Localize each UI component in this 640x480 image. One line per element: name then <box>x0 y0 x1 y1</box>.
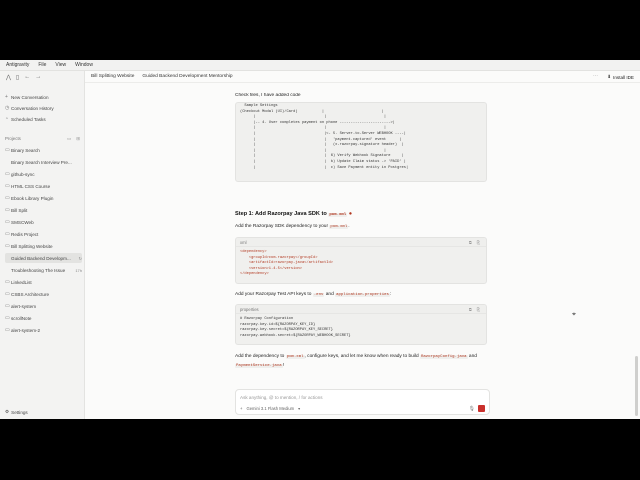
chat-scrollbar[interactable] <box>635 356 638 416</box>
item-timestamp: 17h <box>75 267 82 273</box>
conversation-item[interactable]: Binary Search Interview Pre... <box>5 157 82 167</box>
xml-code-header: xml ⧉ ⎘ <box>236 238 486 247</box>
app-window: Antigravity File View Window ⋀ ▯ ← → + N… <box>0 60 640 419</box>
project-item[interactable]: ▭ Redis Project <box>5 229 82 239</box>
item-label: LinkedList <box>11 279 32 285</box>
conversation-item[interactable]: Troubleshooting The Issue 17h <box>5 265 82 275</box>
step1-description: Add the Razorpay SDK dependency to your … <box>235 224 350 229</box>
mic-icon[interactable]: 🎙 <box>469 406 475 412</box>
final-instruction-line1: Add the dependency to pom.xml, configure… <box>235 354 477 359</box>
main-panel: Bill Splitting Website Guided Backend De… <box>85 71 640 419</box>
stop-button[interactable] <box>478 405 485 412</box>
conversation-item[interactable]: Guided Backend Developm... ↻ <box>5 253 82 263</box>
item-label: Ebook Library Plugin <box>11 195 54 201</box>
item-label: Redis Project <box>11 231 39 237</box>
projects-header: Projects ▭ ⊞ <box>5 135 82 142</box>
item-label: HTML CSS Course <box>11 183 51 189</box>
project-item[interactable]: ▭ LinkedList <box>5 277 82 287</box>
chat-transcript: Check files, I have added code Sample Se… <box>235 93 487 393</box>
item-label: Bill Split <box>11 207 28 213</box>
project-item[interactable]: ▭ alert-system-2 <box>5 325 82 335</box>
panel-toggle-icon[interactable]: ▯ <box>16 74 19 81</box>
final-instruction-line2: PaymentService.java! <box>235 363 284 368</box>
chat-input-box[interactable]: Ask anything, @ to mention, / for action… <box>235 389 490 415</box>
forward-icon[interactable]: → <box>35 74 41 80</box>
project-item[interactable]: ▭ SMSCWeb <box>5 217 82 227</box>
download-icon: ⬇ <box>607 74 612 79</box>
menu-view[interactable]: View <box>55 62 66 68</box>
item-label: Binary Search <box>11 147 40 153</box>
plus-icon[interactable]: + <box>240 406 242 411</box>
install-ide-button[interactable]: ⬇ Install IDE <box>607 74 634 80</box>
loading-icon: ↻ <box>78 255 82 261</box>
properties-code-block: properties ⧉ ⎘ # Razorpay Configuration … <box>235 304 487 345</box>
logo-icon: ⋀ <box>6 74 11 81</box>
item-label: scrollNote <box>11 315 32 321</box>
gear-icon: ⚙ <box>5 409 10 414</box>
project-item[interactable]: ▭ Ebook Library Plugin <box>5 193 82 203</box>
more-icon[interactable]: ⋯ <box>593 73 598 79</box>
project-item[interactable]: ▭ CSBS Architecture <box>5 289 82 299</box>
scheduled-tasks-button[interactable]: ◔ Scheduled Tasks <box>5 114 82 124</box>
project-item[interactable]: ▭ github-sync <box>5 169 82 179</box>
back-icon[interactable]: ← <box>24 74 30 80</box>
user-message: Check files, I have added code <box>235 93 301 98</box>
diagram-code: Sample Settings (Checkout Modal (UI)/Car… <box>240 104 409 170</box>
step1-heading: Step 1: Add Razorpay Java SDK to pom.xml… <box>235 211 353 217</box>
conversation-history-button[interactable]: ◷ Conversation History <box>5 103 82 113</box>
item-label: Bill Splitting Website <box>11 243 53 249</box>
properties-code-header: properties ⧉ ⎘ <box>236 305 486 314</box>
item-label: alert-system-2 <box>11 327 41 333</box>
item-label: alert-system <box>11 303 37 309</box>
diagram-code-block: Sample Settings (Checkout Modal (UI)/Car… <box>235 102 487 182</box>
breadcrumb-project[interactable]: Bill Splitting Website <box>91 74 134 79</box>
item-label: CSBS Architecture <box>11 291 50 297</box>
settings-button[interactable]: ⚙ Settings <box>5 409 28 415</box>
project-item[interactable]: ▭ HTML CSS Course <box>5 181 82 191</box>
xml-code: <dependency> <groupId>com.razorpay</grou… <box>240 250 333 277</box>
project-item[interactable]: ▭ Bill Split <box>5 205 82 215</box>
screen: Antigravity File View Window ⋀ ▯ ← → + N… <box>0 0 640 480</box>
item-label: Troubleshooting The Issue <box>11 267 66 273</box>
new-conversation-button[interactable]: + New Conversation <box>5 92 82 102</box>
menu-window[interactable]: Window <box>75 62 93 68</box>
item-label: SMSCWeb <box>11 219 34 225</box>
mouse-cursor-icon: ⌖ <box>572 311 576 318</box>
project-item[interactable]: ▭ alert-system <box>5 301 82 311</box>
properties-code: # Razorpay Configuration razorpay.key.id… <box>240 317 351 338</box>
menu-app[interactable]: Antigravity <box>6 62 29 68</box>
menu-file[interactable]: File <box>38 62 46 68</box>
chevron-down-icon: ▾ <box>298 406 301 411</box>
top-bar: Bill Splitting Website Guided Backend De… <box>85 71 640 83</box>
item-label: github-sync <box>11 171 35 177</box>
copy-icon[interactable]: ⧉ ⎘ <box>469 240 482 245</box>
keys-description: Add your Razorpay Test API keys to .env … <box>235 292 392 297</box>
project-item[interactable]: ▭ Binary Search <box>5 145 82 155</box>
xml-code-block: xml ⧉ ⎘ <dependency> <groupId>com.razorp… <box>235 237 487 284</box>
chat-input[interactable]: Ask anything, @ to mention, / for action… <box>240 395 323 400</box>
projects-tools-icons[interactable]: ▭ ⊞ <box>67 136 82 142</box>
project-item[interactable]: ▭ Bill Splitting Website <box>5 241 82 251</box>
item-label: Binary Search Interview Pre... <box>11 159 72 165</box>
menubar: Antigravity File View Window <box>0 60 640 71</box>
item-label: Guided Backend Developm... <box>11 255 71 261</box>
model-selector[interactable]: + Gemini 3.1 Flash Medium ▾ <box>240 406 300 411</box>
sidebar-toolbar: ⋀ ▯ ← → <box>0 71 84 83</box>
step1-file: pom.xml <box>328 213 348 217</box>
coffee-icon: ● <box>348 211 353 217</box>
sidebar: ⋀ ▯ ← → + New Conversation ◷ Conversatio… <box>0 71 85 419</box>
copy-icon[interactable]: ⧉ ⎘ <box>469 307 482 312</box>
breadcrumb-conversation[interactable]: Guided Backend Development Mentorship <box>142 74 232 79</box>
project-item[interactable]: ▭ scrollNote <box>5 313 82 323</box>
